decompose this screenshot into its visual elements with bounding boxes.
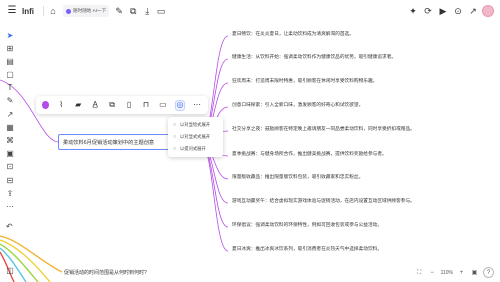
ai-expand-menu: ○ 以对显绘式展开 ○ 以对显式式展开 ○ 以提问式展开 <box>168 117 223 157</box>
folder-icon[interactable]: ▭ <box>155 5 167 17</box>
branch-node[interactable]: 社交分享之夜：鼓励顾客在特定晚上邀请朋友一同品尝柔动饮料，同时享受折扣或赠品。 <box>232 126 415 132</box>
menu-item-label: 以对显绘式展开 <box>180 122 211 127</box>
image-icon[interactable]: ▣ <box>5 149 16 160</box>
menu-item-expand-1[interactable]: ○ 以对显绘式展开 <box>171 119 220 131</box>
bulb-icon: ○ <box>172 145 177 152</box>
menu-item-expand-2[interactable]: ○ 以对显式式展开 <box>171 131 220 143</box>
more-icon[interactable]: ⋯ <box>192 100 202 111</box>
avatar[interactable] <box>482 5 494 17</box>
sidebar-toggle-icon[interactable]: ◫ <box>4 265 16 277</box>
branch-node[interactable]: 夏季挑战赛：与健身场所合作，推出健美挑战赛，提供饮料奖励给参与者。 <box>232 151 387 157</box>
bottom-left-controls: ◫ <box>4 265 16 277</box>
left-toolbar: ➤ ⊞ ▤ ▢ T ✎ ↗ ▦ ⌘ ▣ ⊡ ⊟ ⇪ ⋯ <box>3 30 17 212</box>
center-topic-text: 柔动饮料6月促销活动策划中的主题创意 <box>63 139 155 146</box>
bulb-icon: ○ <box>172 121 177 128</box>
shape-icon[interactable]: ▢ <box>5 70 16 81</box>
text-icon[interactable]: T <box>5 83 16 94</box>
ai-chip-label: 随时随地 AI一下 <box>73 8 107 13</box>
menu-item-label: 以提问式展开 <box>180 146 206 151</box>
mindmap-app: ☰ Infi ⌂ 随时随地 AI一下 ✎ ⧉ ⤓ ▭ ✦ ⟳ ▶ ⊙ ↗ ➤ ⊞… <box>0 0 500 282</box>
paint-icon[interactable]: ▰ <box>73 100 83 111</box>
play-icon[interactable]: ▶ <box>437 5 449 17</box>
fit-icon[interactable]: ⛶ <box>415 268 424 277</box>
branch-node[interactable]: 狂欢周末：打造周末限时特惠，吸引顾客在休闲时享受饮料购物乐趣。 <box>232 78 377 84</box>
download-icon[interactable]: ⤓ <box>141 5 153 17</box>
minimap-icon[interactable]: ▣ <box>470 268 479 277</box>
pin-icon[interactable]: ⊙ <box>452 5 464 17</box>
color-picker[interactable] <box>42 101 50 109</box>
frame-icon[interactable]: ⊞ <box>5 43 16 54</box>
connector-icon[interactable]: ↗ <box>5 109 16 120</box>
delete-icon[interactable]: ▯ <box>124 100 134 111</box>
sticky-note-icon[interactable]: ▤ <box>5 56 16 67</box>
top-bar: ☰ Infi ⌂ 随时随地 AI一下 ✎ ⧉ ⤓ ▭ ✦ ⟳ ▶ ⊙ ↗ <box>0 0 500 22</box>
grid-icon[interactable]: ⊟ <box>5 175 16 186</box>
zoom-out-icon[interactable]: − <box>428 268 437 277</box>
copy-icon[interactable]: ⧉ <box>127 5 139 17</box>
app-title: Infi <box>22 6 34 16</box>
edit-icon[interactable]: ✎ <box>113 5 125 17</box>
bulb-icon: ○ <box>172 133 177 140</box>
branch-node[interactable]: 环保倡议：强调柔动饮料的环保特性，例如可回收包装或参与公益活动。 <box>232 222 382 228</box>
branch-node[interactable]: 健康生活：从饮料开始：强调柔动饮料作为健康饮品的优势，吸引健康追求者。 <box>232 54 396 60</box>
ai-logo-icon <box>66 8 71 14</box>
branch-connector <box>199 141 229 252</box>
zoom-in-icon[interactable]: + <box>457 268 466 277</box>
help-icon[interactable]: ? <box>483 267 494 278</box>
zoom-level[interactable]: 110% <box>441 270 453 276</box>
text-style-icon[interactable]: A̲ <box>90 100 100 111</box>
bottom-topic-node[interactable]: 促销活动的时间范围是从何时到何时? <box>64 269 147 276</box>
upload-icon[interactable]: ⇪ <box>5 188 16 199</box>
menu-item-expand-3[interactable]: ○ 以提问式展开 <box>171 143 220 155</box>
menu-icon[interactable]: ☰ <box>6 5 18 17</box>
attach-icon[interactable]: ⌇ <box>56 100 66 111</box>
ai-assist-icon[interactable]: ◎ <box>174 99 186 111</box>
copy-icon[interactable]: ⧉ <box>107 100 117 111</box>
pen-icon[interactable]: ✎ <box>5 96 16 107</box>
branch-node[interactable]: 创意口味探索：引入全新口味，激发顾客的好奇心和试饮欲望。 <box>232 102 363 108</box>
top-bar-right: ✦ ⟳ ▶ ⊙ ↗ <box>407 5 494 17</box>
sync-icon[interactable]: ⟳ <box>422 5 434 17</box>
ai-chip[interactable]: 随时随地 AI一下 <box>63 5 110 17</box>
mindmap-icon[interactable]: ⌘ <box>5 136 16 147</box>
node-format-toolbar: ⌇ ▰ A̲ ⧉ ▯ ⊓ ▭ ◎ ⋯ <box>36 96 208 114</box>
comment-icon[interactable]: ▭ <box>158 100 168 111</box>
share-icon[interactable]: ↗ <box>467 5 479 17</box>
zoom-controls: ⛶ − 110% + ▣ ? <box>415 267 494 278</box>
lock-icon[interactable]: ⊓ <box>141 100 151 111</box>
branch-node[interactable]: 夏日冰爽：推出冰爽冰饮系列，吸引消费者在炎热天气中选择柔动饮料。 <box>232 246 382 252</box>
branch-node[interactable]: 游戏互动赢奖午：结合虚拟现实游戏体验与促销活动，在店内设置互动区域供顾客参与。 <box>232 198 415 204</box>
menu-item-label: 以对显式式展开 <box>180 134 211 139</box>
branch-node[interactable]: 限量版收藏品：推出限量版饮料包装，吸引收藏家和忠实粉丝。 <box>232 174 363 180</box>
divider <box>43 6 44 16</box>
magic-icon[interactable]: ✦ <box>407 5 419 17</box>
branch-node[interactable]: 夏日畅饮：在炎炎夏日，让柔动饮料成为清爽解渴的首选。 <box>232 31 354 37</box>
table-icon[interactable]: ▦ <box>5 122 16 133</box>
select-icon[interactable]: ➤ <box>5 30 16 41</box>
undo-icon[interactable]: ↶ <box>6 222 13 231</box>
more-tools-icon[interactable]: ⋯ <box>5 201 16 212</box>
template-icon[interactable]: ⊡ <box>5 162 16 173</box>
home-icon[interactable]: ⌂ <box>47 5 59 17</box>
